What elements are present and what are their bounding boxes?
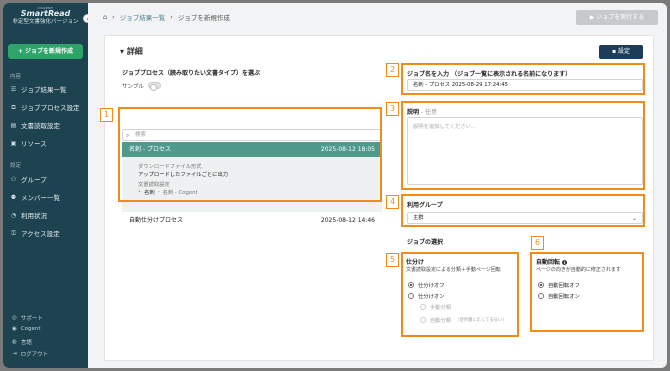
highlight-box-2	[401, 63, 645, 95]
sidebar-item-resources[interactable]: ▣ リソース	[10, 138, 47, 149]
sidebar-footer-logout[interactable]: ⇥ ログアウト	[12, 350, 48, 358]
breadcrumb-separator: ›	[170, 13, 173, 21]
breadcrumb-current: ジョブを新規作成	[177, 14, 230, 22]
members-icon: ⚉	[10, 193, 17, 201]
folder-icon: ▣	[10, 139, 17, 147]
section-label-content: 内容	[10, 74, 22, 80]
run-job-button[interactable]: ▶ ジョブを実行する	[576, 10, 658, 25]
footer-label: 言語	[20, 340, 32, 346]
sample-label: サンプル	[122, 84, 144, 90]
sidebar-item-members[interactable]: ⚉ メンバー一覧	[10, 192, 60, 203]
details-title[interactable]: ▾ 詳細	[120, 46, 143, 57]
save-icon: ▪	[611, 48, 617, 55]
breadcrumb-separator: ›	[112, 13, 115, 21]
sidebar: COGENT SmartRead 非定型文書強化バージョン ‹ + ジョブを新規…	[3, 3, 92, 368]
sample-toggle[interactable]	[148, 82, 161, 91]
usage-icon: ◔	[10, 211, 17, 219]
sidebar-item-label: グループ	[21, 176, 47, 184]
document-icon: ▤	[10, 121, 17, 129]
lock-icon: ⚿	[11, 229, 16, 237]
highlight-box-3	[401, 101, 645, 190]
sidebar-item-process-settings[interactable]: ⧉ ジョブプロセス設定	[10, 102, 80, 113]
sidebar-footer-support[interactable]: ◎ サポート	[12, 314, 43, 322]
sidebar-item-access[interactable]: ⚿ アクセス設定	[10, 228, 60, 239]
home-icon[interactable]: ⌂	[103, 13, 107, 21]
annotation-number-1: 1	[100, 108, 113, 122]
logo: COGENT SmartRead 非定型文書強化バージョン	[3, 3, 88, 25]
breadcrumb: ⌂ › ジョブ結果一覧 › ジョブを新規作成	[103, 12, 230, 22]
process-date: 2025-08-12 14:46	[320, 217, 375, 224]
details-title-text: 詳細	[126, 47, 143, 56]
footer-label: ログアウト	[20, 352, 49, 358]
sidebar-item-label: ジョブ結果一覧	[21, 86, 67, 94]
sidebar-item-job-results[interactable]: ☰ ジョブ結果一覧	[10, 84, 67, 95]
annotation-number-5: 5	[386, 253, 399, 267]
sidebar-item-usage[interactable]: ◔ 利用状況	[10, 210, 47, 221]
annotation-number-6: 6	[531, 236, 544, 250]
process-name: 自動仕分けプロセス	[129, 217, 184, 224]
highlight-box-4	[401, 194, 645, 227]
process-icon: ⧉	[11, 103, 16, 111]
top-bar: ⌂ › ジョブ結果一覧 › ジョブを新規作成 ▶ ジョブを実行する	[88, 3, 667, 31]
sidebar-footer-language[interactable]: ◍ 言語	[12, 338, 32, 346]
sidebar-item-label: ジョブプロセス設定	[21, 104, 80, 112]
sidebar-footer-user[interactable]: ◉ Cogent	[12, 326, 41, 332]
sidebar-item-label: 利用状況	[21, 212, 47, 220]
annotation-number-3: 3	[386, 102, 399, 116]
process-section-label: ジョブプロセス（読み取りたい文書タイプ）を選ぶ	[122, 70, 261, 77]
sidebar-item-label: リソース	[21, 140, 47, 148]
job-select-label: ジョブの選択	[407, 239, 444, 246]
sidebar-item-group[interactable]: ⚇ グループ	[10, 174, 47, 185]
process-row[interactable]: 自動仕分けプロセス 2025-08-12 14:46	[122, 214, 382, 228]
breadcrumb-job-results[interactable]: ジョブ結果一覧	[120, 12, 166, 22]
footer-label: サポート	[20, 316, 43, 322]
sidebar-item-label: アクセス設定	[21, 230, 60, 238]
brand-subtitle: 非定型文書強化バージョン	[12, 19, 79, 26]
footer-label: Cogent	[20, 326, 41, 332]
settings-button[interactable]: ▪ 設定	[599, 45, 643, 59]
user-icon: ◉	[12, 326, 17, 332]
settings-button-label: 設定	[617, 48, 630, 55]
sidebar-item-label: 文書読取設定	[21, 122, 60, 130]
new-job-button[interactable]: + ジョブを新規作成	[8, 44, 83, 59]
group-icon: ⚇	[10, 175, 17, 183]
annotation-number-4: 4	[386, 195, 399, 209]
sidebar-item-label: メンバー一覧	[21, 194, 60, 202]
caret-down-icon: ▾	[120, 47, 125, 56]
list-icon: ☰	[10, 85, 17, 93]
highlight-box-6	[530, 252, 644, 332]
support-icon: ◎	[12, 315, 17, 321]
highlight-box-5	[401, 252, 519, 337]
globe-icon: ◍	[12, 339, 17, 345]
brand-name: SmartRead	[20, 9, 71, 19]
logout-icon: ⇥	[12, 351, 17, 357]
highlight-box-1	[118, 107, 382, 202]
sidebar-item-reading-settings[interactable]: ▤ 文書読取設定	[10, 120, 60, 131]
annotation-number-2: 2	[386, 63, 399, 77]
app-window: COGENT SmartRead 非定型文書強化バージョン ‹ + ジョブを新規…	[3, 3, 667, 368]
section-label-settings: 設定	[10, 163, 22, 169]
